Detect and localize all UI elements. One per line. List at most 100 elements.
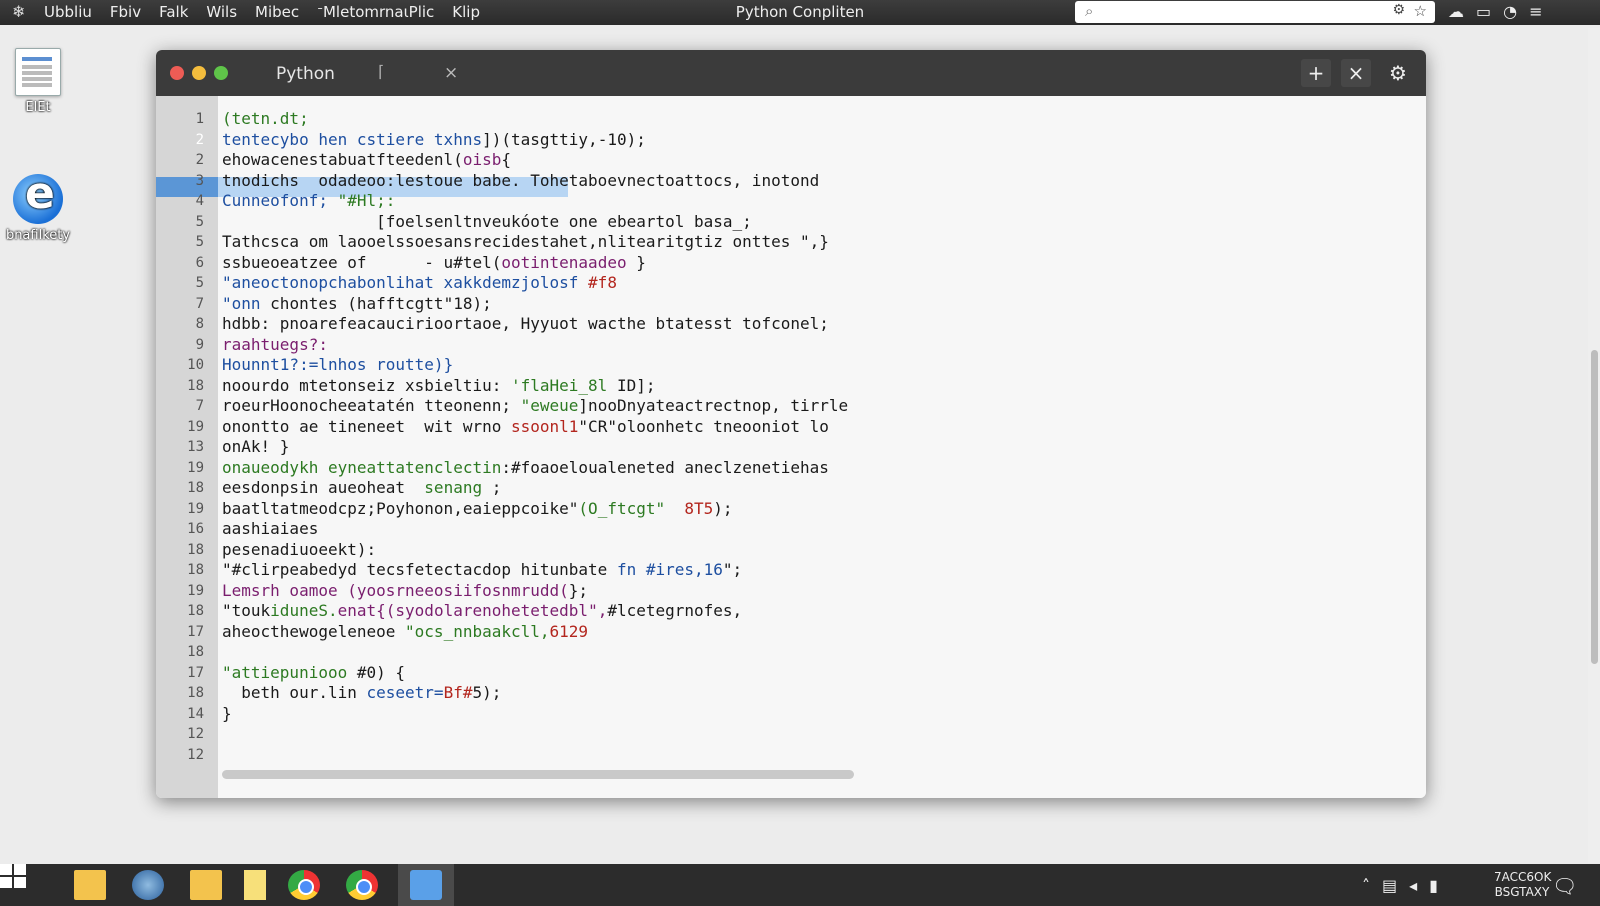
code-line[interactable]: Hounnt1?:=lnhos routte)} xyxy=(222,355,453,374)
menu-item[interactable]: ᐨMletomrnaιPlic xyxy=(317,3,434,21)
active-app-slot[interactable] xyxy=(398,864,454,906)
line-number: 5 xyxy=(195,275,204,291)
code-line[interactable]: "aneoctonopchabonlihat xakkdemzjolosf #f… xyxy=(222,273,617,292)
code-line[interactable]: onaueodykh eyneattatenclectin:#foaoeloua… xyxy=(222,458,829,477)
system-tray: ˄ ▤ ◂ ▮ xyxy=(1362,876,1438,895)
app-logo-icon[interactable]: ❄ xyxy=(12,2,25,21)
chrome-icon[interactable] xyxy=(288,870,320,900)
settings-icon[interactable]: ⚙ xyxy=(1392,2,1405,18)
code-line[interactable]: eesdonpsin aueoheat senang ; xyxy=(222,478,501,497)
folder-icon[interactable] xyxy=(74,870,106,900)
code-line[interactable]: aheocthewogeleneoe "ocs_nnbaakcll,6129 xyxy=(222,622,588,641)
star-icon[interactable]: ☆ xyxy=(1414,2,1427,20)
code-line[interactable]: pesenadiuoeekt): xyxy=(222,540,376,559)
menu-icon[interactable]: ≡ xyxy=(1529,2,1542,21)
scroll-thumb[interactable] xyxy=(1591,350,1598,664)
menu-item[interactable]: Falk xyxy=(159,3,188,21)
vertical-scrollbar[interactable] xyxy=(1588,28,1600,863)
code-editor[interactable]: (tetn.dt; tentecybo hen cstiere txhns])(t… xyxy=(218,96,1426,798)
account-icon[interactable]: ◔ xyxy=(1503,2,1517,21)
tab-close-icon[interactable]: × xyxy=(444,63,458,83)
menu-item[interactable]: Klip xyxy=(452,3,480,21)
start-button[interactable] xyxy=(0,864,26,888)
line-number: 6 xyxy=(195,254,204,271)
menu-item[interactable]: Fbiv xyxy=(110,3,141,21)
code-line[interactable]: [foelsenltnveukóote one ebeartol basa_; xyxy=(222,212,752,231)
code-line[interactable]: Cunneofonf; "#Hl;: xyxy=(222,191,395,210)
notes-icon[interactable] xyxy=(244,870,266,900)
code-line[interactable]: "#clirpeabedyd tecsfetectacdop hitunbate… xyxy=(222,560,742,579)
code-token: pesenadiuoeekt): xyxy=(222,539,377,559)
code-line[interactable]: raahtuegs?: xyxy=(222,335,328,354)
code-line[interactable]: hdbb: pnoarefeacaucirioortaoe, Hyyuot wa… xyxy=(222,314,829,333)
pin-icon[interactable]: ⌈ xyxy=(378,62,384,81)
code-line[interactable]: beth our.lin ceseetr=Bf#5); xyxy=(222,683,501,702)
chrome-icon[interactable] xyxy=(346,870,378,900)
code-token: tnodichs odadeoo:lestoue babe. Tohetaboe… xyxy=(222,170,820,190)
cloud-icon[interactable]: ☁ xyxy=(1448,2,1464,21)
close-window-button[interactable] xyxy=(170,66,184,80)
menu-item[interactable]: Mibec xyxy=(255,3,299,21)
desktop-icon-browser[interactable]: bnafilkety xyxy=(0,168,76,243)
code-token: Lemsrh oamoe (yoosrneeosiifosnmrudd( xyxy=(222,580,569,600)
add-button[interactable]: + xyxy=(1301,59,1331,87)
code-line[interactable]: ssbueoeatzee of - u#tel(ootintenaadeo } xyxy=(222,253,646,272)
window-icon[interactable]: ▤ xyxy=(1382,876,1397,895)
code-token: ssbueoeatzee of - u#tel( xyxy=(222,252,502,272)
code-line[interactable]: Lemsrh oamoe (yoosrneeosiifosnmrudd(}; xyxy=(222,581,588,600)
code-line[interactable]: "toukiduneS.enat{(syodolarenohetetedbl",… xyxy=(222,601,742,620)
code-token: 5); xyxy=(472,683,502,702)
code-token: 'flaHei_8l xyxy=(510,375,608,395)
code-line[interactable]: noourdo mtetonseiz xsbieltiu: 'flaHei_8l… xyxy=(222,376,655,395)
code-line[interactable]: "onn chontes (hafftcgtt"18); xyxy=(222,294,492,313)
desktop-icon-document[interactable]: ElEt xyxy=(0,48,76,115)
chevron-up-icon[interactable]: ˄ xyxy=(1362,876,1370,895)
volume-icon[interactable]: ◂ xyxy=(1409,876,1417,895)
code-line[interactable]: "attiepuniooo #0) { xyxy=(222,663,405,682)
code-line[interactable]: aashiaiaes xyxy=(222,519,318,538)
close-button[interactable]: × xyxy=(1341,59,1371,87)
code-line[interactable]: Tathcsca om laooelssoesansrecidestahet,n… xyxy=(222,232,829,251)
search-icon: ⌕ xyxy=(1085,2,1094,20)
gear-icon[interactable]: ⚙ xyxy=(1383,59,1413,87)
horizontal-scrollbar[interactable] xyxy=(222,770,854,779)
line-number: 5 xyxy=(195,213,204,230)
code-token: (O_ftcgt" xyxy=(578,498,666,518)
code-token: Cunneofonf; xyxy=(222,191,338,210)
code-token: aheocthewogeleneoe xyxy=(222,621,406,641)
notification-icon[interactable]: 🗨 xyxy=(1552,874,1577,898)
code-token: ehowacenestabuatfteedenl( xyxy=(222,150,463,169)
search-input[interactable]: ⌕ ⚙ ☆ xyxy=(1075,1,1435,23)
code-line[interactable]: roeurHoonocheeatatén tteonenn; "eweue]no… xyxy=(222,396,848,415)
tab-python[interactable]: Python xyxy=(276,64,335,84)
maximize-window-button[interactable] xyxy=(214,66,228,80)
code-token: "CR"oloonhetc tneooniot lo xyxy=(578,416,829,436)
battery-icon[interactable]: ▮ xyxy=(1429,876,1438,895)
code-line[interactable]: onAk! } xyxy=(222,437,289,456)
code-line[interactable]: ehowacenestabuatfteedenl(oisb{ xyxy=(222,150,511,169)
minimize-window-button[interactable] xyxy=(192,66,206,80)
code-token: beth our.lin xyxy=(222,683,367,702)
code-line[interactable]: tentecybo hen cstiere txhns])(tasgttiy,-… xyxy=(222,130,646,149)
line-number: 9 xyxy=(195,336,204,353)
code-token: #lcetegrnofes, xyxy=(607,601,743,620)
menu-item[interactable]: Wils xyxy=(206,3,237,21)
code-line[interactable]: tnodichs odadeoo:lestoue babe. Tohetaboe… xyxy=(222,171,819,190)
line-number: 17 xyxy=(187,623,204,640)
globe-icon[interactable] xyxy=(132,870,164,900)
window-titlebar[interactable]: Python ⌈ × + × ⚙ xyxy=(156,50,1426,96)
code-line[interactable]: } xyxy=(222,704,232,723)
code-token: 6129 xyxy=(549,621,589,641)
window-icon[interactable]: ▭ xyxy=(1476,2,1491,21)
code-token: Hounnt1?: xyxy=(222,355,309,374)
code-line[interactable]: onontto ae tineneet wit wrno ssoonl1"CR"… xyxy=(222,417,829,436)
line-number: 3 xyxy=(195,172,204,189)
code-token: } xyxy=(222,703,232,723)
clock[interactable]: 7ACC6OK BSGTAXY xyxy=(1494,870,1551,900)
code-line[interactable]: (tetn.dt; xyxy=(222,109,309,128)
folder-icon[interactable] xyxy=(190,870,222,900)
menu-item[interactable]: Ubbliu xyxy=(44,3,92,21)
line-number: 18 xyxy=(187,562,204,578)
code-line[interactable]: baatltatmeodcpz;Poyhonon,eaieppcoike"(O_… xyxy=(222,499,733,518)
